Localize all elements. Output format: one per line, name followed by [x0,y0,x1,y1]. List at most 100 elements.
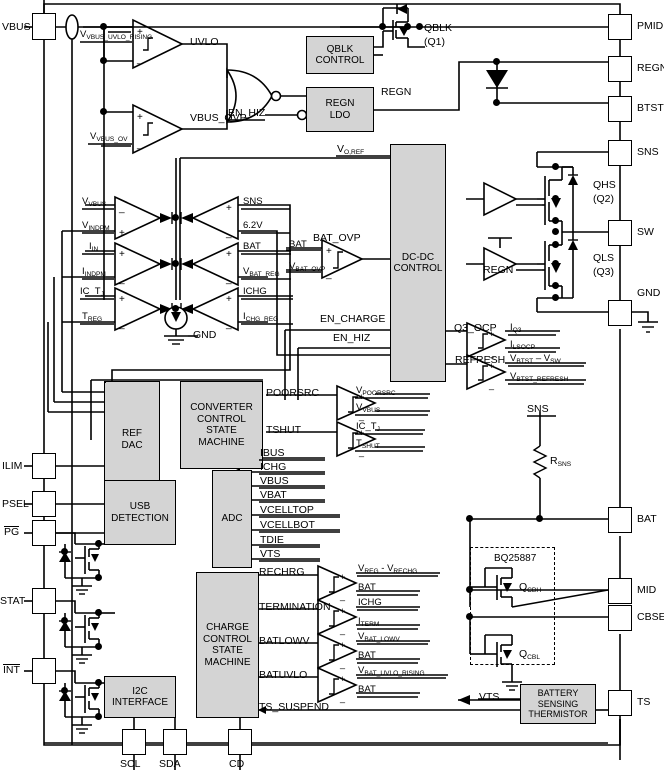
svg-text:_: _ [225,319,232,330]
svg-text:_: _ [118,274,125,285]
pin-label-psel: PSEL [2,498,29,510]
signal-termination: TERMINATION [259,601,331,613]
junction-dot [552,195,559,202]
comp-input-term-plus: ICHG [358,597,382,608]
pin-pg[interactable] [32,520,56,546]
pin-pmid[interactable] [608,14,632,40]
amp-input-bat: BAT [243,241,261,252]
signal-q3-ocp: Q3_OCP [454,322,497,334]
amp-input-62v: 6.2V [243,220,263,231]
fet-label-qblk-id: (Q1) [424,36,445,48]
block-label-regn-ldo: REGN LDO [325,98,355,121]
junction-dot [61,548,68,555]
block-label-charge-state-machine: CHARGE CONTROL STATE MACHINE [203,622,252,668]
pin-int[interactable] [32,658,56,684]
junction-dot [536,515,543,522]
amp-input-vbatreg: VBAT_REG [243,266,280,278]
pin-cbset[interactable] [608,605,632,631]
signal-regn-driver: REGN [483,264,514,276]
amp-input-vbus: VVBUS [82,196,107,208]
adc-input-vbat: VBAT [260,489,287,501]
block-label-converter-state-machine: CONVERTER CONTROL STATE MACHINE [190,402,253,448]
pin-label-regn: REGN [637,62,664,74]
block-adc[interactable]: ADC [212,470,252,568]
adc-input-vcellbot: VCELLBOT [260,519,315,531]
signal-bat-ovp: BAT_OVP [313,232,361,244]
signal-poorsrc: POORSRC [266,387,320,399]
junction-dot [95,713,102,720]
pin-psel[interactable] [32,491,56,517]
junction-dot [95,609,102,616]
junction-dot [466,515,473,522]
signal-batuvlo: BATUVLO [259,669,308,681]
signal-vts: VTS [479,691,500,703]
comp-input-tshut-plus: IC_TJ [356,421,380,433]
svg-text:+: + [326,246,332,257]
block-i2c-interface[interactable]: I2C INTERFACE [104,676,176,718]
svg-text:+: + [226,203,232,214]
block-label-qblk-control: QBLK CONTROL [315,43,365,67]
junction-dot [552,294,559,301]
pin-sns[interactable] [608,140,632,166]
pin-label-sw: SW [637,226,654,238]
junction-dot [100,57,107,64]
block-regn-ldo[interactable]: REGN LDO [306,87,374,132]
block-qblk-control[interactable]: QBLK CONTROL [306,36,374,74]
junction-dot [172,214,179,221]
block-label-battery-thermistor: BATTERY SENSING THERMISTOR [528,688,588,720]
fet-label-qcbh: QCBH [519,581,542,594]
pin-label-pg: PG [4,526,20,538]
svg-text:_: _ [136,54,143,65]
block-usb-detection[interactable]: USB DETECTION [104,480,176,545]
pin-vbus[interactable] [32,13,56,40]
pin-regn[interactable] [608,56,632,82]
pin-ts[interactable] [608,690,632,716]
pin-scl[interactable] [122,729,146,755]
junction-dot [172,260,179,267]
pin-sda[interactable] [163,729,187,755]
block-charge-state-machine[interactable]: CHARGE CONTROL STATE MACHINE [196,572,259,718]
signal-rsns: RSNS [550,455,572,468]
pin-label-cbset: CBSET [637,611,664,623]
signal-uvlo: UVLO [190,36,219,48]
pin-bat[interactable] [608,507,632,533]
svg-text:+: + [119,249,125,260]
pin-cd[interactable] [228,729,252,755]
comp-input-tshut-minus: TSHUT [356,438,380,450]
junction-dot [61,687,68,694]
amp-input-iindpm: IINDPM [82,266,106,278]
svg-text:+: + [340,606,345,616]
pin-label-sns: SNS [637,146,659,158]
junction-dot [379,23,386,30]
junction-dot [404,23,411,30]
pin-stat[interactable] [32,588,56,614]
svg-text:_: _ [118,203,125,214]
junction-dot [552,260,559,267]
pin-ilim[interactable] [32,453,56,479]
block-label-ref-dac: REF DAC [121,428,143,451]
pin-sw[interactable] [608,220,632,246]
comp-input-poorsrc-plus: VPOORSRC [356,385,396,397]
signal-en-charge: EN_CHARGE [320,313,386,325]
block-converter-state-machine[interactable]: CONVERTER CONTROL STATE MACHINE [180,381,263,469]
adc-input-ibus: IBUS [260,447,285,459]
comp-input-q3ocp-plus: IQ3 [510,322,522,334]
pin-label-gnd: GND [637,287,661,299]
pin-gnd[interactable] [608,300,632,326]
comp-input-batuvlo-plus: VBAT_UVLO_RISING [358,665,425,677]
pin-label-int: INT [3,664,20,676]
svg-text:_: _ [225,228,232,239]
amp-input-ichgreg: ICHG_REG [243,311,279,323]
pin-mid[interactable] [608,578,632,604]
svg-text:_: _ [225,274,232,285]
amp-input-ictj: IC_TJ [80,286,104,298]
pin-btst[interactable] [608,96,632,122]
pin-label-ts: TS [637,696,651,708]
svg-text:+: + [137,112,143,123]
comp-input-poorsrc-minus: VVBUS [356,402,381,414]
block-battery-thermistor[interactable]: BATTERY SENSING THERMISTOR [520,684,596,724]
fet-label-qcbl: QCBL [519,648,540,661]
block-dcdc-control[interactable]: DC-DC CONTROL [390,144,446,382]
bq25887-label: BQ25887 [494,553,537,564]
amp-input-iin: IIN [89,241,99,253]
